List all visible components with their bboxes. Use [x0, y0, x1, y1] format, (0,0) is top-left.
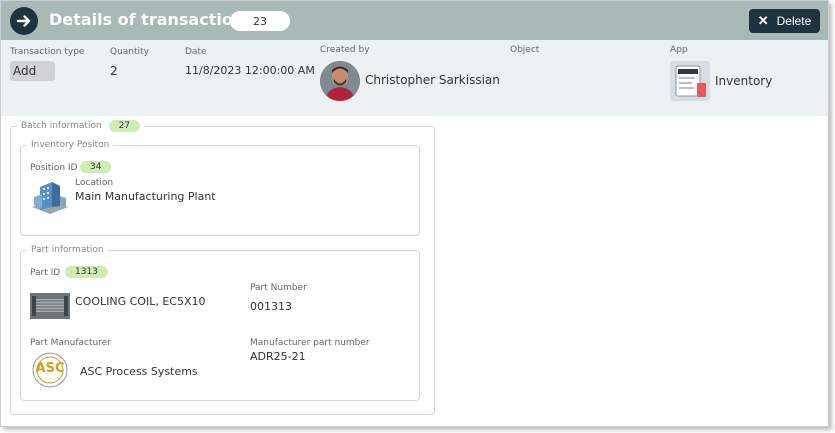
- transaction-type-label: Transaction type: [10, 47, 85, 57]
- part-id-label: Part ID: [30, 268, 61, 278]
- transaction-summary: Transaction type Add Quantity 2 Date 11/…: [1, 40, 828, 116]
- inventory-position-legend: Inventory Positon: [31, 140, 110, 150]
- position-id-badge: 34: [80, 161, 112, 173]
- inventory-app-icon: [670, 61, 710, 101]
- delete-button[interactable]: ✕ Delete: [749, 9, 820, 33]
- quantity-value: 2: [110, 64, 118, 78]
- transaction-type-value: Add: [10, 61, 55, 81]
- object-label: Object: [510, 45, 540, 55]
- arrow-right-icon: [16, 15, 31, 27]
- delete-button-label: Delete: [776, 14, 812, 28]
- created-by-value[interactable]: Christopher Sarkissian: [365, 73, 500, 87]
- date-value: 11/8/2023 12:00:00 AM: [185, 64, 315, 77]
- back-button[interactable]: [10, 7, 38, 35]
- part-number-label: Part Number: [250, 283, 307, 293]
- batch-count-badge: 27: [108, 120, 141, 132]
- location-label: Location: [75, 178, 114, 188]
- transaction-details-panel: Details of transaction 23 ✕ Delete Trans…: [0, 0, 829, 427]
- manufacturer-pn-value: ADR25-21: [250, 350, 306, 363]
- part-name-value[interactable]: COOLING COIL, EC5X10: [75, 295, 206, 308]
- date-label: Date: [185, 47, 207, 57]
- asc-logo: ASC: [30, 352, 70, 388]
- created-by-label: Created by: [320, 45, 370, 55]
- manufacturer-pn-label: Manufacturer part number: [250, 338, 370, 348]
- position-id-label: Position ID: [30, 163, 78, 173]
- asc-logo-text: ASC: [35, 361, 65, 376]
- avatar: [320, 61, 360, 101]
- location-value[interactable]: Main Manufacturing Plant: [75, 190, 216, 203]
- batch-information-label: Batch information: [21, 121, 102, 131]
- manufacturer-value[interactable]: ASC Process Systems: [80, 365, 198, 378]
- part-id-badge: 1313: [65, 266, 108, 278]
- batch-information-legend: Batch information 27: [17, 120, 144, 132]
- close-icon: ✕: [757, 13, 769, 28]
- page-title: Details of transaction: [49, 10, 245, 29]
- transaction-count-badge: 23: [230, 11, 290, 31]
- inventory-position-section: Inventory Positon: [20, 140, 420, 236]
- app-label: App: [670, 45, 688, 55]
- quantity-label: Quantity: [110, 47, 149, 57]
- cooling-coil-thumbnail: [30, 293, 70, 319]
- manufacturer-label: Part Manufacturer: [30, 338, 111, 348]
- app-value[interactable]: Inventory: [715, 74, 772, 88]
- part-information-legend: Part information: [31, 245, 104, 255]
- panel-header: Details of transaction 23 ✕ Delete: [1, 1, 828, 40]
- part-number-value: 001313: [250, 300, 292, 313]
- building-icon: [30, 179, 70, 215]
